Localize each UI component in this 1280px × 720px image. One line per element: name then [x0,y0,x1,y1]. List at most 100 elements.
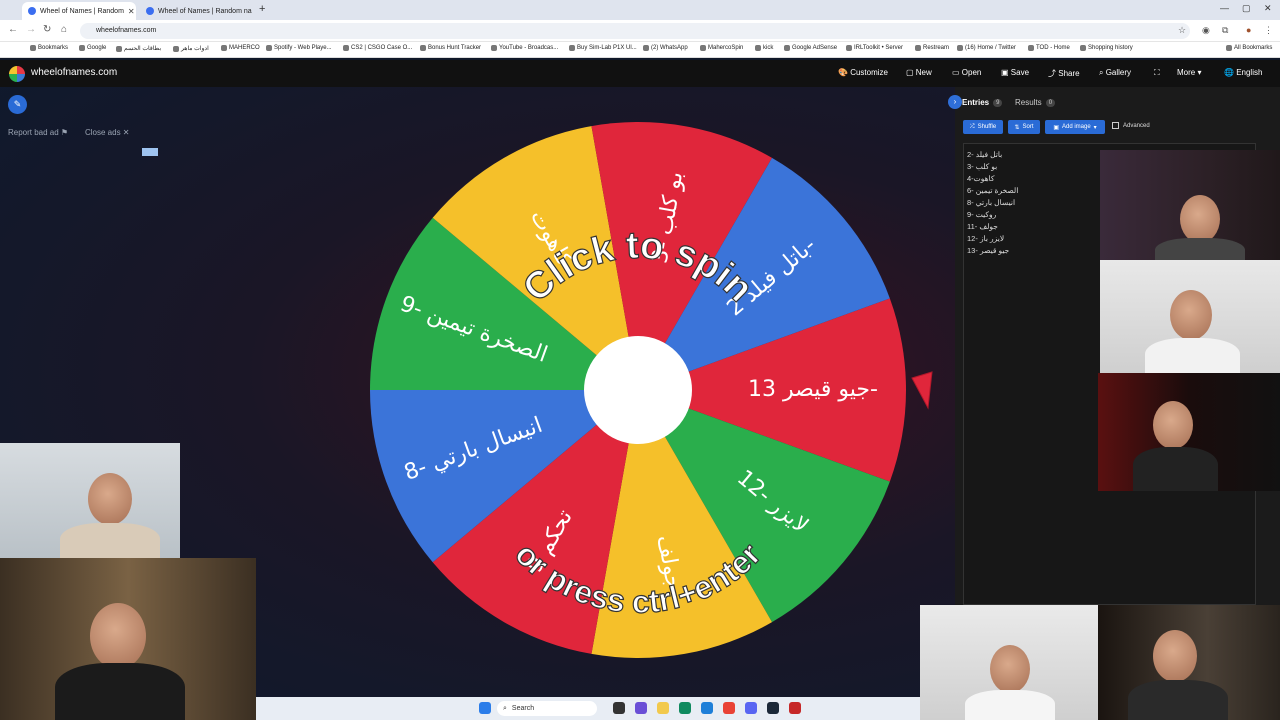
browser-tab-active[interactable]: Wheel of Names | Random ✕ [22,2,136,20]
collapse-panel-icon[interactable]: › [948,95,962,109]
image-icon: ▣ [1053,124,1059,131]
bookmark-item[interactable]: (2) WhatsApp [643,45,688,51]
wheel-logo-icon [9,66,25,82]
bookmark-icon [915,45,921,51]
webcam-overlay [0,443,180,558]
windows-start-icon[interactable] [479,702,491,714]
back-icon[interactable]: ← [8,24,18,35]
entry-line[interactable]: 9- روكيت [967,210,996,219]
forward-icon[interactable]: → [26,24,36,35]
share-button[interactable]: ⤴ Share [1048,68,1080,79]
task-view-icon[interactable] [613,702,625,714]
brand-name[interactable]: wheelofnames.com [31,67,117,78]
entry-line[interactable]: 6- الصخرة تيمين [967,186,1018,195]
profile-avatar-icon[interactable]: ● [1246,25,1251,35]
kick-icon [755,45,761,51]
youtube-icon [491,45,497,51]
tab-results[interactable]: Results 0 [1015,98,1056,107]
bookmark-item[interactable]: (16) Home / Twitter [957,45,1016,51]
bookmark-item[interactable]: IRLToolkit • Server [846,45,903,51]
entry-line[interactable]: 2- باتل فيلد [967,150,1002,159]
bookmark-item[interactable]: Bonus Hunt Tracker [420,45,481,51]
bookmark-icon [116,45,122,52]
more-menu-button[interactable]: More ▾ [1177,68,1201,77]
app-header [0,60,1280,87]
add-image-button[interactable]: ▣ Add image ▾ [1045,120,1105,134]
extensions-puzzle-icon[interactable]: ⧉ [1222,25,1228,36]
save-button[interactable]: ▣ Save [1001,68,1029,77]
bookmark-icon [221,45,227,51]
bookmark-item[interactable]: MahercoSpin [700,45,743,51]
bookmark-item[interactable]: kick [755,45,773,51]
new-button[interactable]: ▢ New [906,68,932,77]
webcam-overlay [1098,605,1280,720]
entry-line[interactable]: 4-كاهوت [967,174,994,183]
entry-line[interactable]: 3- بو كلب [967,162,997,171]
search-icon: ⌕ [503,704,507,712]
entry-line[interactable]: 11- جولف [967,222,998,231]
edit-pencil-icon[interactable]: ✎ [8,95,27,114]
webcam-overlay [1100,150,1280,260]
bookmark-item[interactable]: ادوات ماهر [173,45,209,52]
tab-entries[interactable]: Entries 9 [962,98,1003,107]
bookmark-item[interactable]: MAHERCO [221,45,260,51]
bookmark-item[interactable]: بطاقات الحسم [116,45,161,52]
taskbar-app-icon[interactable] [789,702,801,714]
minimize-icon[interactable]: — [1220,3,1229,13]
discord-icon[interactable] [745,702,757,714]
bookmarks-bar: Bookmarks Google بطاقات الحسم ادوات ماهر… [0,42,1280,58]
bookmark-item[interactable]: Shopping history [1080,45,1133,51]
bookmark-item[interactable]: TOD - Home [1028,45,1070,51]
open-button[interactable]: ▭ Open [952,68,981,77]
url-input[interactable]: wheelofnames.com [80,23,1190,39]
taskbar-app-icon[interactable] [635,702,647,714]
customize-button[interactable]: 🎨 Customize [838,68,888,77]
ad-placeholder-icon [142,148,158,156]
close-ads-link[interactable]: Close ads ✕ [85,128,130,137]
wheel-pointer-icon [911,371,933,410]
bookmark-item[interactable]: Google [79,45,106,51]
edge-icon[interactable] [679,702,691,714]
steam-icon[interactable] [767,702,779,714]
bookmark-item[interactable]: Buy Sim-Lab P1X Ul... [569,45,637,51]
report-bad-ad-link[interactable]: Report bad ad ⚑ [8,128,68,137]
browser-tab[interactable]: Wheel of Names | Random na [140,2,255,20]
bookmark-item[interactable]: Google AdSense [784,45,837,51]
close-tab-icon[interactable]: ✕ [128,7,135,16]
whatsapp-icon [643,45,649,51]
spotify-icon [266,45,272,51]
bookmark-item[interactable]: YouTube - Broadcas... [491,45,558,51]
tab-title: Wheel of Names | Random na [158,7,252,15]
taskbar-search[interactable]: ⌕ Search [497,701,597,716]
chrome-icon[interactable] [723,702,735,714]
advanced-checkbox[interactable]: Advanced [1112,122,1150,129]
home-icon[interactable]: ⌂ [61,24,67,35]
store-icon[interactable] [701,702,713,714]
sort-button[interactable]: ⇅ Sort [1008,120,1040,134]
language-button[interactable]: 🌐 English [1224,68,1262,77]
all-bookmarks[interactable]: All Bookmarks [1226,45,1272,51]
bookmark-item[interactable]: CS2 | CSGO Case O... [343,45,412,51]
file-explorer-icon[interactable] [657,702,669,714]
entry-line[interactable]: 13- جيو قيصر [967,246,1009,255]
spin-wheel[interactable]: جيو قيصر 13-12- لايزرجولفتحكم 98- انيسال… [360,118,940,668]
shuffle-button[interactable]: ⤮ Shuffle [963,120,1003,134]
close-window-icon[interactable]: ✕ [1264,3,1272,14]
entry-line[interactable]: 12- لايزر باز [967,234,1004,243]
extension-icon[interactable]: ◉ [1202,25,1210,36]
shuffle-icon: ⤮ [969,123,975,130]
bookmark-item[interactable]: Restream [915,45,949,51]
bookmark-star-icon[interactable]: ☆ [1178,25,1186,36]
reload-icon[interactable]: ↻ [43,24,51,35]
wheel-center-hub[interactable] [584,336,692,444]
gallery-button[interactable]: ⌕ Gallery [1099,68,1131,78]
fullscreen-icon[interactable]: ⛶ [1154,68,1160,78]
bookmark-item[interactable]: Bookmarks [30,45,68,51]
bookmark-icon [1028,45,1034,51]
entry-line[interactable]: 8- انيسال بارتي [967,198,1015,207]
maximize-icon[interactable]: ▢ [1242,3,1251,14]
new-tab-icon[interactable]: + [259,3,265,15]
bookmark-item[interactable]: Spotify - Web Playe... [266,45,332,51]
browser-menu-icon[interactable]: ⋮ [1264,25,1273,36]
sort-icon: ⇅ [1014,124,1020,131]
